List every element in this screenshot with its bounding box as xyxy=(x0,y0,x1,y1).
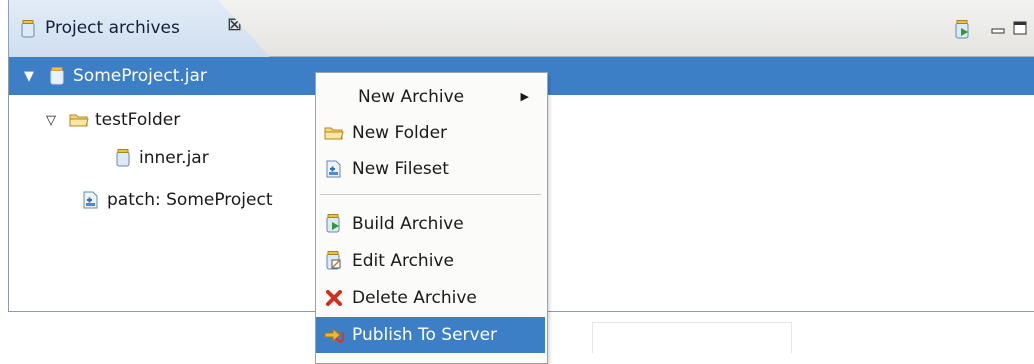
publish-to-server-icon xyxy=(324,325,344,345)
edit-archive-icon xyxy=(324,251,344,271)
build-archive-icon[interactable] xyxy=(955,20,971,44)
menu-separator xyxy=(320,194,541,196)
folder-icon xyxy=(69,110,89,130)
delete-icon xyxy=(324,288,344,308)
menu-item-label: New Archive xyxy=(358,87,465,107)
fileset-icon xyxy=(81,190,101,210)
menu-item-delete-archive[interactable]: Delete Archive xyxy=(316,280,545,316)
minimize-icon[interactable] xyxy=(991,22,1005,41)
jar-icon xyxy=(113,148,133,168)
fileset-icon xyxy=(324,159,344,179)
expand-toggle-icon[interactable]: ▽ xyxy=(43,113,59,128)
tree-item-label: inner.jar xyxy=(139,148,209,168)
tree-item-inner-jar[interactable]: inner.jar xyxy=(113,139,209,177)
submenu-arrow-icon: ▶ xyxy=(520,90,529,103)
jar-icon xyxy=(21,20,35,42)
menu-item-label: Delete Archive xyxy=(352,288,477,308)
tree-item-patch-fileset[interactable]: patch: SomeProject xyxy=(81,181,273,219)
maximize-icon[interactable] xyxy=(1013,20,1027,39)
menu-item-label: Edit Archive xyxy=(352,251,454,271)
tree-item-label: patch: SomeProject xyxy=(107,190,273,210)
menu-item-build-archive[interactable]: Build Archive xyxy=(316,206,545,242)
context-menu: New Archive ▶ New Folder New Fileset Bui… xyxy=(315,72,548,364)
menu-item-new-fileset[interactable]: New Fileset xyxy=(316,151,545,187)
tab-project-archives[interactable]: Project archives ⊠ xyxy=(8,0,270,57)
folder-icon xyxy=(324,123,344,143)
menu-item-new-folder[interactable]: New Folder xyxy=(316,115,545,151)
tree-item-label: SomeProject.jar xyxy=(73,66,207,86)
expand-toggle-icon[interactable]: ▼ xyxy=(21,69,37,84)
close-icon[interactable]: ⊠ xyxy=(227,14,242,35)
menu-item-edit-archive[interactable]: Edit Archive xyxy=(316,243,545,279)
view-tab-bar: Project archives ⊠ xyxy=(8,0,1034,57)
menu-item-label: New Folder xyxy=(352,123,448,143)
menu-item-new-archive[interactable]: New Archive ▶ xyxy=(316,79,545,115)
menu-item-label: Publish To Server xyxy=(352,325,498,345)
background-panel xyxy=(592,322,792,353)
build-archive-icon xyxy=(324,214,344,234)
menu-item-publish-to-server[interactable]: Publish To Server xyxy=(316,317,545,353)
menu-item-label: New Fileset xyxy=(352,159,449,179)
tree-item-testfolder[interactable]: ▽ testFolder xyxy=(43,101,180,139)
menu-item-label: Build Archive xyxy=(352,214,464,234)
tab-title: Project archives xyxy=(45,18,180,38)
tree-item-label: testFolder xyxy=(95,110,181,130)
jar-icon xyxy=(47,66,67,86)
